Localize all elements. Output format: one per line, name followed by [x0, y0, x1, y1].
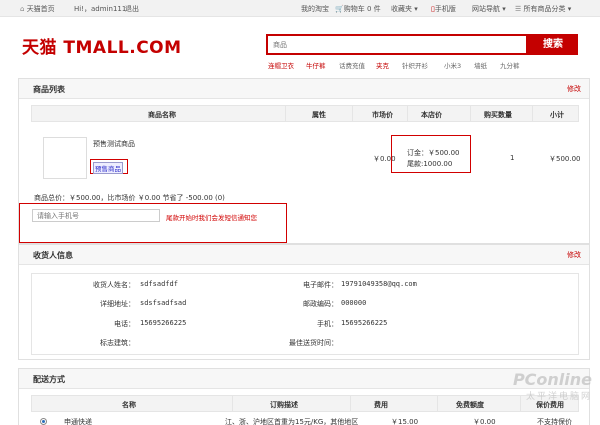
address-label: 详细地址：: [100, 300, 135, 308]
shipping-table-header: 名称 订购描述 费用 免费额度 保价费用: [31, 395, 579, 412]
col-header: 市场价: [372, 111, 393, 119]
col-header: 本店价: [421, 111, 442, 119]
final-payment: 尾款:1000.00: [407, 160, 453, 168]
top-bar: ⌂ 天猫首页 Hi!，admin111 退出 我的淘宝 🛒购物车 0 件 收藏夹…: [0, 0, 600, 17]
hot-keyword[interactable]: 墙纸: [474, 60, 487, 70]
home-icon: ⌂: [20, 5, 25, 13]
mobile-link[interactable]: ▯手机版: [431, 4, 456, 14]
name-label: 收货人姓名：: [93, 281, 135, 289]
consignee-info-table: 收货人姓名： sdfsadfdf 电子邮件： 19791049358@qq.co…: [31, 273, 579, 355]
shipping-panel: 配送方式 名称 订购描述 费用 免费额度 保价费用 申通快递 江、浙、沪地区首重…: [18, 368, 590, 425]
cart-link[interactable]: 🛒购物车 0 件: [335, 4, 381, 14]
search-button[interactable]: 搜索: [528, 34, 578, 55]
goods-edit-link[interactable]: 修改: [567, 84, 581, 94]
col-header: 订购描述: [270, 401, 298, 409]
quantity: 1: [510, 154, 515, 162]
email-value: 19791049358@qq.com: [341, 280, 417, 288]
col-header: 小计: [550, 111, 564, 119]
col-header: 免费额度: [456, 401, 484, 409]
home-link[interactable]: ⌂ 天猫首页: [20, 4, 55, 14]
phone-label: 电话：: [114, 320, 135, 328]
phone-note: 尾款开始时我们会发短信通知您: [166, 214, 257, 222]
mobile-label: 手机：: [317, 320, 338, 328]
col-header: 商品名称: [148, 111, 176, 119]
hot-keyword[interactable]: 夹克: [376, 60, 389, 70]
zip-value: 000000: [341, 299, 367, 307]
cart-icon: 🛒: [335, 5, 344, 13]
shipping-desc: 江、浙、沪地区首重为15元/KG，其他地区: [225, 418, 359, 425]
consignee-edit-link[interactable]: 修改: [567, 250, 581, 260]
goods-table-header: 商品名称 属性 市场价 本店价 购买数量 小计: [31, 105, 579, 122]
goods-panel-title: 商品列表: [33, 85, 65, 94]
goods-panel-header: 商品列表 修改: [19, 79, 589, 99]
tmall-logo[interactable]: 天猫 TMALL.COM: [22, 33, 182, 58]
chevron-down-icon: ▾: [567, 5, 572, 13]
hot-keyword[interactable]: 牛仔裤: [306, 60, 326, 70]
deposit-price: 订金：￥500.00: [407, 149, 460, 157]
address-value: sdsfsadfsad: [140, 299, 187, 307]
goods-summary: 商品总价：￥500.00，比市场价 ￥0.00 节省了 -500.00 (0): [34, 194, 225, 202]
goods-panel: 商品列表 修改 商品名称 属性 市场价 本店价 购买数量 小计 预售测试商品 预…: [18, 78, 590, 244]
chevron-down-icon: ▾: [414, 5, 418, 13]
hot-keyword[interactable]: 九分裤: [500, 60, 520, 70]
consignee-panel-header: 收货人信息 修改: [19, 245, 589, 265]
shipping-name: 申通快递: [64, 418, 92, 425]
col-header: 购买数量: [484, 111, 512, 119]
col-header: 费用: [374, 401, 388, 409]
best-time-label: 最佳送货时间：: [289, 339, 338, 347]
email-label: 电子邮件：: [303, 281, 338, 289]
phone-number-input[interactable]: [32, 209, 160, 222]
my-taobao-link[interactable]: 我的淘宝: [301, 4, 329, 14]
shipping-free-amount: ￥0.00: [473, 418, 496, 425]
greeting-text: Hi!，admin111: [74, 5, 127, 13]
hot-keyword[interactable]: 连帽卫衣: [268, 60, 294, 70]
all-categories-menu[interactable]: ☰ 所有商品分类 ▾: [515, 4, 571, 14]
shipping-fee: ￥15.00: [391, 418, 419, 425]
list-icon: ☰: [515, 5, 522, 13]
mobile-value: 15695266225: [341, 319, 388, 327]
shipping-panel-header: 配送方式: [19, 369, 589, 389]
hot-keyword[interactable]: 小米3: [444, 60, 461, 70]
site-nav-menu[interactable]: 网站导航 ▾: [472, 4, 506, 14]
col-header: 属性: [312, 111, 326, 119]
col-header: 名称: [122, 401, 136, 409]
product-thumbnail[interactable]: [43, 137, 87, 179]
logout-link[interactable]: 退出: [125, 4, 139, 14]
consignee-panel-title: 收货人信息: [33, 251, 73, 260]
landmark-label: 标志建筑：: [100, 339, 135, 347]
shipping-insure: 不支持保价: [537, 418, 572, 425]
name-value: sdfsadfdf: [140, 280, 178, 288]
hot-keyword[interactable]: 话费充值: [339, 60, 365, 70]
watermark-brand: PConline: [512, 370, 592, 389]
favorites-menu[interactable]: 收藏夹 ▾: [391, 4, 418, 14]
hot-keyword[interactable]: 针织开衫: [402, 60, 428, 70]
chevron-down-icon: ▾: [502, 5, 506, 13]
presale-badge: 预售商品: [93, 162, 123, 174]
subtotal: ￥500.00: [549, 155, 581, 163]
search-input[interactable]: [268, 36, 526, 53]
consignee-panel: 收货人信息 修改 收货人姓名： sdfsadfdf 电子邮件： 19791049…: [18, 244, 590, 360]
watermark-sub: 太平洋电脑网: [525, 392, 592, 402]
zip-label: 邮政编码：: [303, 300, 338, 308]
phone-value: 15695266225: [140, 319, 187, 327]
search-box: [266, 34, 528, 55]
shipping-panel-title: 配送方式: [33, 375, 65, 384]
shipping-radio[interactable]: [40, 418, 47, 425]
product-name[interactable]: 预售测试商品: [93, 139, 135, 149]
pconline-watermark: PConline 太平洋电脑网: [513, 370, 592, 402]
